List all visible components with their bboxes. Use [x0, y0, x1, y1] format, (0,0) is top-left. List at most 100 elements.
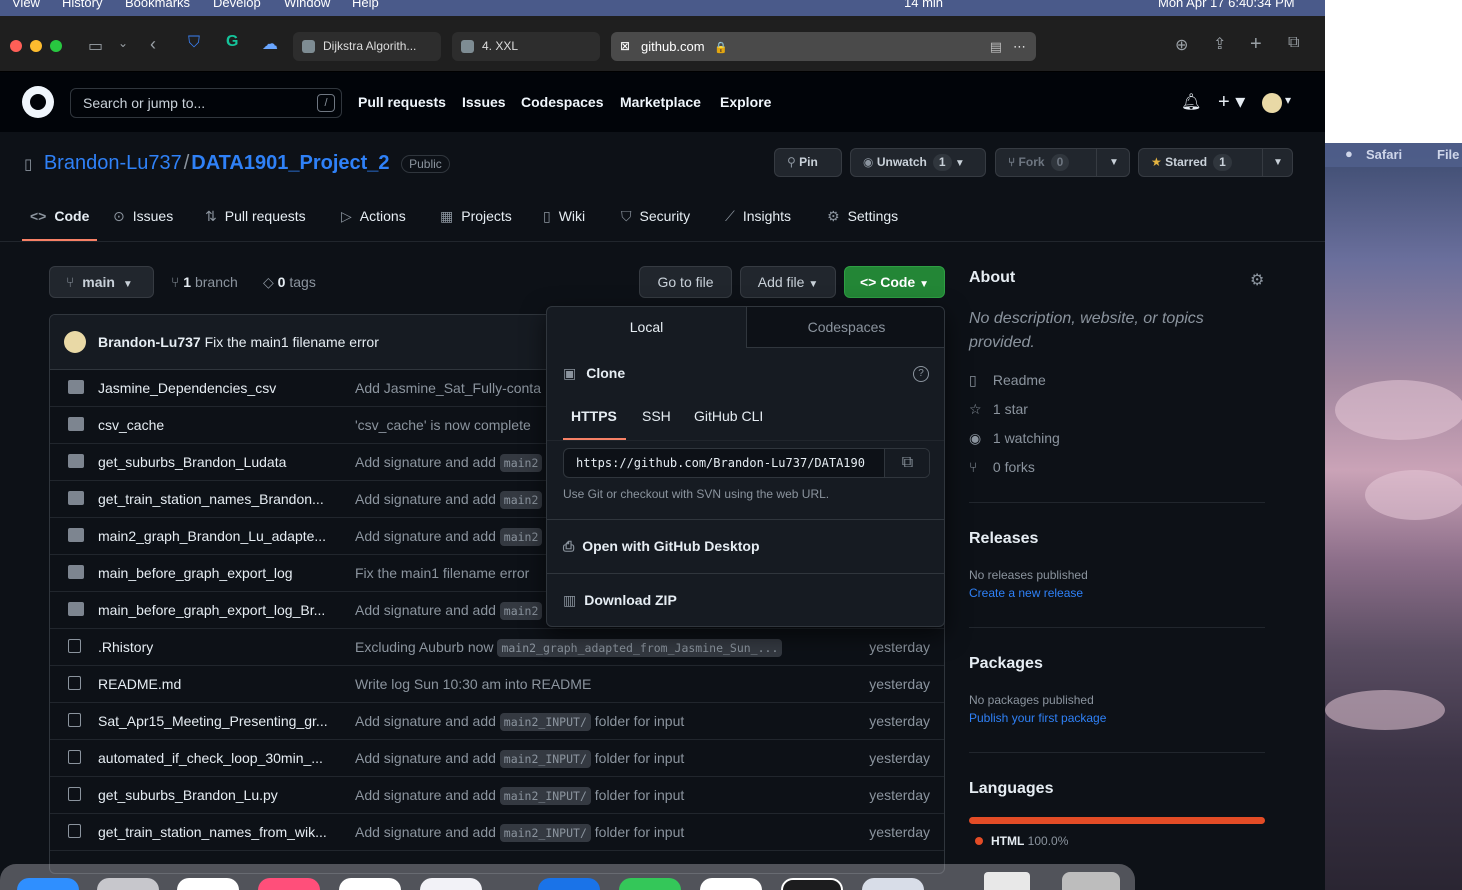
- new-tab-icon[interactable]: +: [1250, 33, 1262, 56]
- go-to-file-button[interactable]: Go to file: [639, 266, 732, 298]
- tab-wiki[interactable]: ▯ Wiki: [543, 208, 585, 225]
- chevron-down-icon[interactable]: ⌄: [118, 36, 128, 50]
- extension-icon[interactable]: ☁: [262, 34, 278, 54]
- table-row[interactable]: get_suburbs_Brandon_Lu.py Add signature a…: [50, 777, 944, 814]
- notes-icon[interactable]: [420, 878, 482, 890]
- close-window-button[interactable]: [10, 40, 22, 52]
- file-name-link[interactable]: get_train_station_names_Brandon...: [98, 491, 324, 507]
- download-zip-link[interactable]: ▥ Download ZIP: [563, 592, 677, 609]
- create-release-link[interactable]: Create a new release: [969, 586, 1083, 600]
- commit-message-link[interactable]: Add signature and add main2_INPUT/ folde…: [355, 787, 684, 805]
- shield-extension-icon[interactable]: ⛉: [188, 34, 200, 52]
- tab-local[interactable]: Local: [547, 307, 746, 348]
- releases-heading[interactable]: Releases: [969, 530, 1038, 548]
- nav-pull-requests[interactable]: Pull requests: [358, 94, 446, 110]
- table-row[interactable]: Sat_Apr15_Meeting_Presenting_gr... Add si…: [50, 703, 944, 740]
- file-name-link[interactable]: main_before_graph_export_log_Br...: [98, 602, 325, 618]
- menu-develop[interactable]: Develop: [213, 0, 261, 10]
- tab-actions[interactable]: ▷ Actions: [341, 208, 406, 225]
- packages-heading[interactable]: Packages: [969, 655, 1043, 673]
- avatar-caret-icon[interactable]: ▾: [1285, 93, 1291, 107]
- branches-link[interactable]: ⑂ 1 branch: [171, 274, 238, 290]
- proto-https[interactable]: HTTPS: [571, 408, 617, 424]
- download-icon[interactable]: ⊕: [1175, 35, 1188, 55]
- readme-link[interactable]: ▯ Readme: [969, 372, 1046, 389]
- commit-message-link[interactable]: Fix the main1 filename error: [355, 565, 529, 581]
- zoom-window-button[interactable]: [50, 40, 62, 52]
- tab-issues[interactable]: ⊙ Issues: [113, 208, 173, 225]
- commit-message-link[interactable]: Add Jasmine_Sat_Fully-conta: [355, 380, 541, 396]
- nav-codespaces[interactable]: Codespaces: [521, 94, 603, 110]
- clone-url-field[interactable]: https://github.com/Brandon-Lu737/DATA190…: [563, 448, 930, 478]
- file-name-link[interactable]: csv_cache: [98, 417, 164, 433]
- fork-button[interactable]: ⑂ Fork 0 ▼: [995, 148, 1130, 177]
- menubar-clock[interactable]: Mon Apr 17 6:40:34 PM: [1158, 0, 1295, 10]
- tab-projects[interactable]: ▦ Projects: [440, 208, 512, 225]
- menu-view[interactable]: View: [12, 0, 40, 10]
- photos-icon[interactable]: [700, 878, 762, 890]
- commit-message-link[interactable]: Add signature and add main2_INPUT/ folde…: [355, 824, 684, 842]
- starred-button[interactable]: ★ Starred 1 ▼: [1138, 148, 1293, 177]
- file-name-link[interactable]: .Rhistory: [98, 639, 153, 655]
- file-name-link[interactable]: README.md: [98, 676, 181, 692]
- file-name-link[interactable]: get_train_station_names_from_wik...: [98, 824, 327, 840]
- menu-history[interactable]: History: [62, 0, 102, 10]
- nav-explore[interactable]: Explore: [720, 94, 771, 110]
- table-row[interactable]: get_train_station_names_from_wik... Add s…: [50, 814, 944, 851]
- commit-message-link[interactable]: Add signature and add main2_INPUT/ folde…: [355, 750, 684, 768]
- language-item-html[interactable]: HTML 100.0%: [975, 834, 1068, 848]
- file-name-link[interactable]: Sat_Apr15_Meeting_Presenting_gr...: [98, 713, 328, 729]
- publish-package-link[interactable]: Publish your first package: [969, 711, 1106, 725]
- timer-status[interactable]: 14 min: [904, 0, 943, 10]
- forks-link[interactable]: ⑂ 0 forks: [969, 459, 1035, 475]
- share-icon[interactable]: ⇪: [1213, 34, 1226, 54]
- tab-dijkstra[interactable]: Dijkstra Algorith...: [293, 32, 441, 61]
- commit-message-link[interactable]: Write log Sun 10:30 am into README: [355, 676, 591, 692]
- help-icon[interactable]: ?: [913, 366, 929, 382]
- menu-bookmarks[interactable]: Bookmarks: [125, 0, 190, 10]
- commit-message-link[interactable]: Add signature and add main2_INPUT/ folde…: [355, 713, 684, 731]
- tab-code[interactable]: <> Code: [30, 208, 89, 224]
- branch-select-button[interactable]: ⑂ main ▼: [49, 266, 154, 298]
- stars-link[interactable]: ☆ 1 star: [969, 401, 1028, 418]
- commit-message-link[interactable]: Add signature and add main2: [355, 602, 543, 620]
- tags-link[interactable]: ◇ 0 tags: [263, 274, 316, 291]
- commit-message-link[interactable]: Add signature and add main2: [355, 528, 543, 546]
- table-row[interactable]: README.md Write log Sun 10:30 am into REA…: [50, 666, 944, 703]
- code-button[interactable]: <> Code ▼: [844, 266, 945, 298]
- apple-icon[interactable]: ●: [1345, 146, 1353, 161]
- grammarly-icon[interactable]: G: [226, 33, 238, 51]
- notifications-bell-icon[interactable]: 🔔︎: [1181, 92, 1201, 112]
- repo-name-link[interactable]: DATA1901_Project_2: [191, 152, 389, 174]
- tab-settings[interactable]: ⚙ Settings: [827, 208, 898, 225]
- table-row[interactable]: automated_if_check_loop_30min_... Add sig…: [50, 740, 944, 777]
- tab-codespaces[interactable]: Codespaces: [746, 307, 944, 348]
- app-store-icon[interactable]: [538, 878, 600, 890]
- file-name-link[interactable]: main2_graph_Brandon_Lu_adapte...: [98, 528, 326, 544]
- fork-dropdown-icon[interactable]: ▼: [1096, 149, 1119, 176]
- add-file-button[interactable]: Add file ▼: [740, 266, 836, 298]
- table-row[interactable]: .Rhistory Excluding Auburb now main2_grap…: [50, 629, 944, 666]
- minimize-window-button[interactable]: [30, 40, 42, 52]
- file-name-link[interactable]: get_suburbs_Brandon_Ludata: [98, 454, 286, 470]
- commit-message-link[interactable]: Add signature and add main2: [355, 491, 543, 509]
- proto-cli[interactable]: GitHub CLI: [694, 408, 763, 424]
- tab-security[interactable]: ⛉ Security: [621, 208, 690, 225]
- file-name-link[interactable]: automated_if_check_loop_30min_...: [98, 750, 323, 766]
- github-logo-icon[interactable]: [22, 86, 54, 118]
- avatar[interactable]: [64, 331, 86, 353]
- create-new-icon[interactable]: + ▾: [1218, 89, 1245, 114]
- desktop-menu-safari[interactable]: Safari: [1366, 147, 1402, 162]
- reader-icon[interactable]: ▤: [990, 32, 1002, 61]
- more-icon[interactable]: ⋯: [1013, 32, 1026, 61]
- sidebar-toggle-icon[interactable]: ▭: [88, 36, 103, 56]
- downloads-stack-icon[interactable]: [984, 872, 1030, 890]
- star-dropdown-icon[interactable]: ▼: [1262, 149, 1283, 176]
- pin-button[interactable]: ⚲ Pin: [774, 148, 842, 177]
- tab-insights[interactable]: ⟋ Insights: [725, 208, 791, 225]
- unwatch-button[interactable]: ◉ Unwatch 1 ▼: [850, 148, 986, 177]
- commit-author-link[interactable]: Brandon-Lu737: [98, 334, 201, 350]
- music-icon[interactable]: [258, 878, 320, 890]
- calendar-icon[interactable]: [339, 878, 401, 890]
- preview-icon[interactable]: [862, 878, 924, 890]
